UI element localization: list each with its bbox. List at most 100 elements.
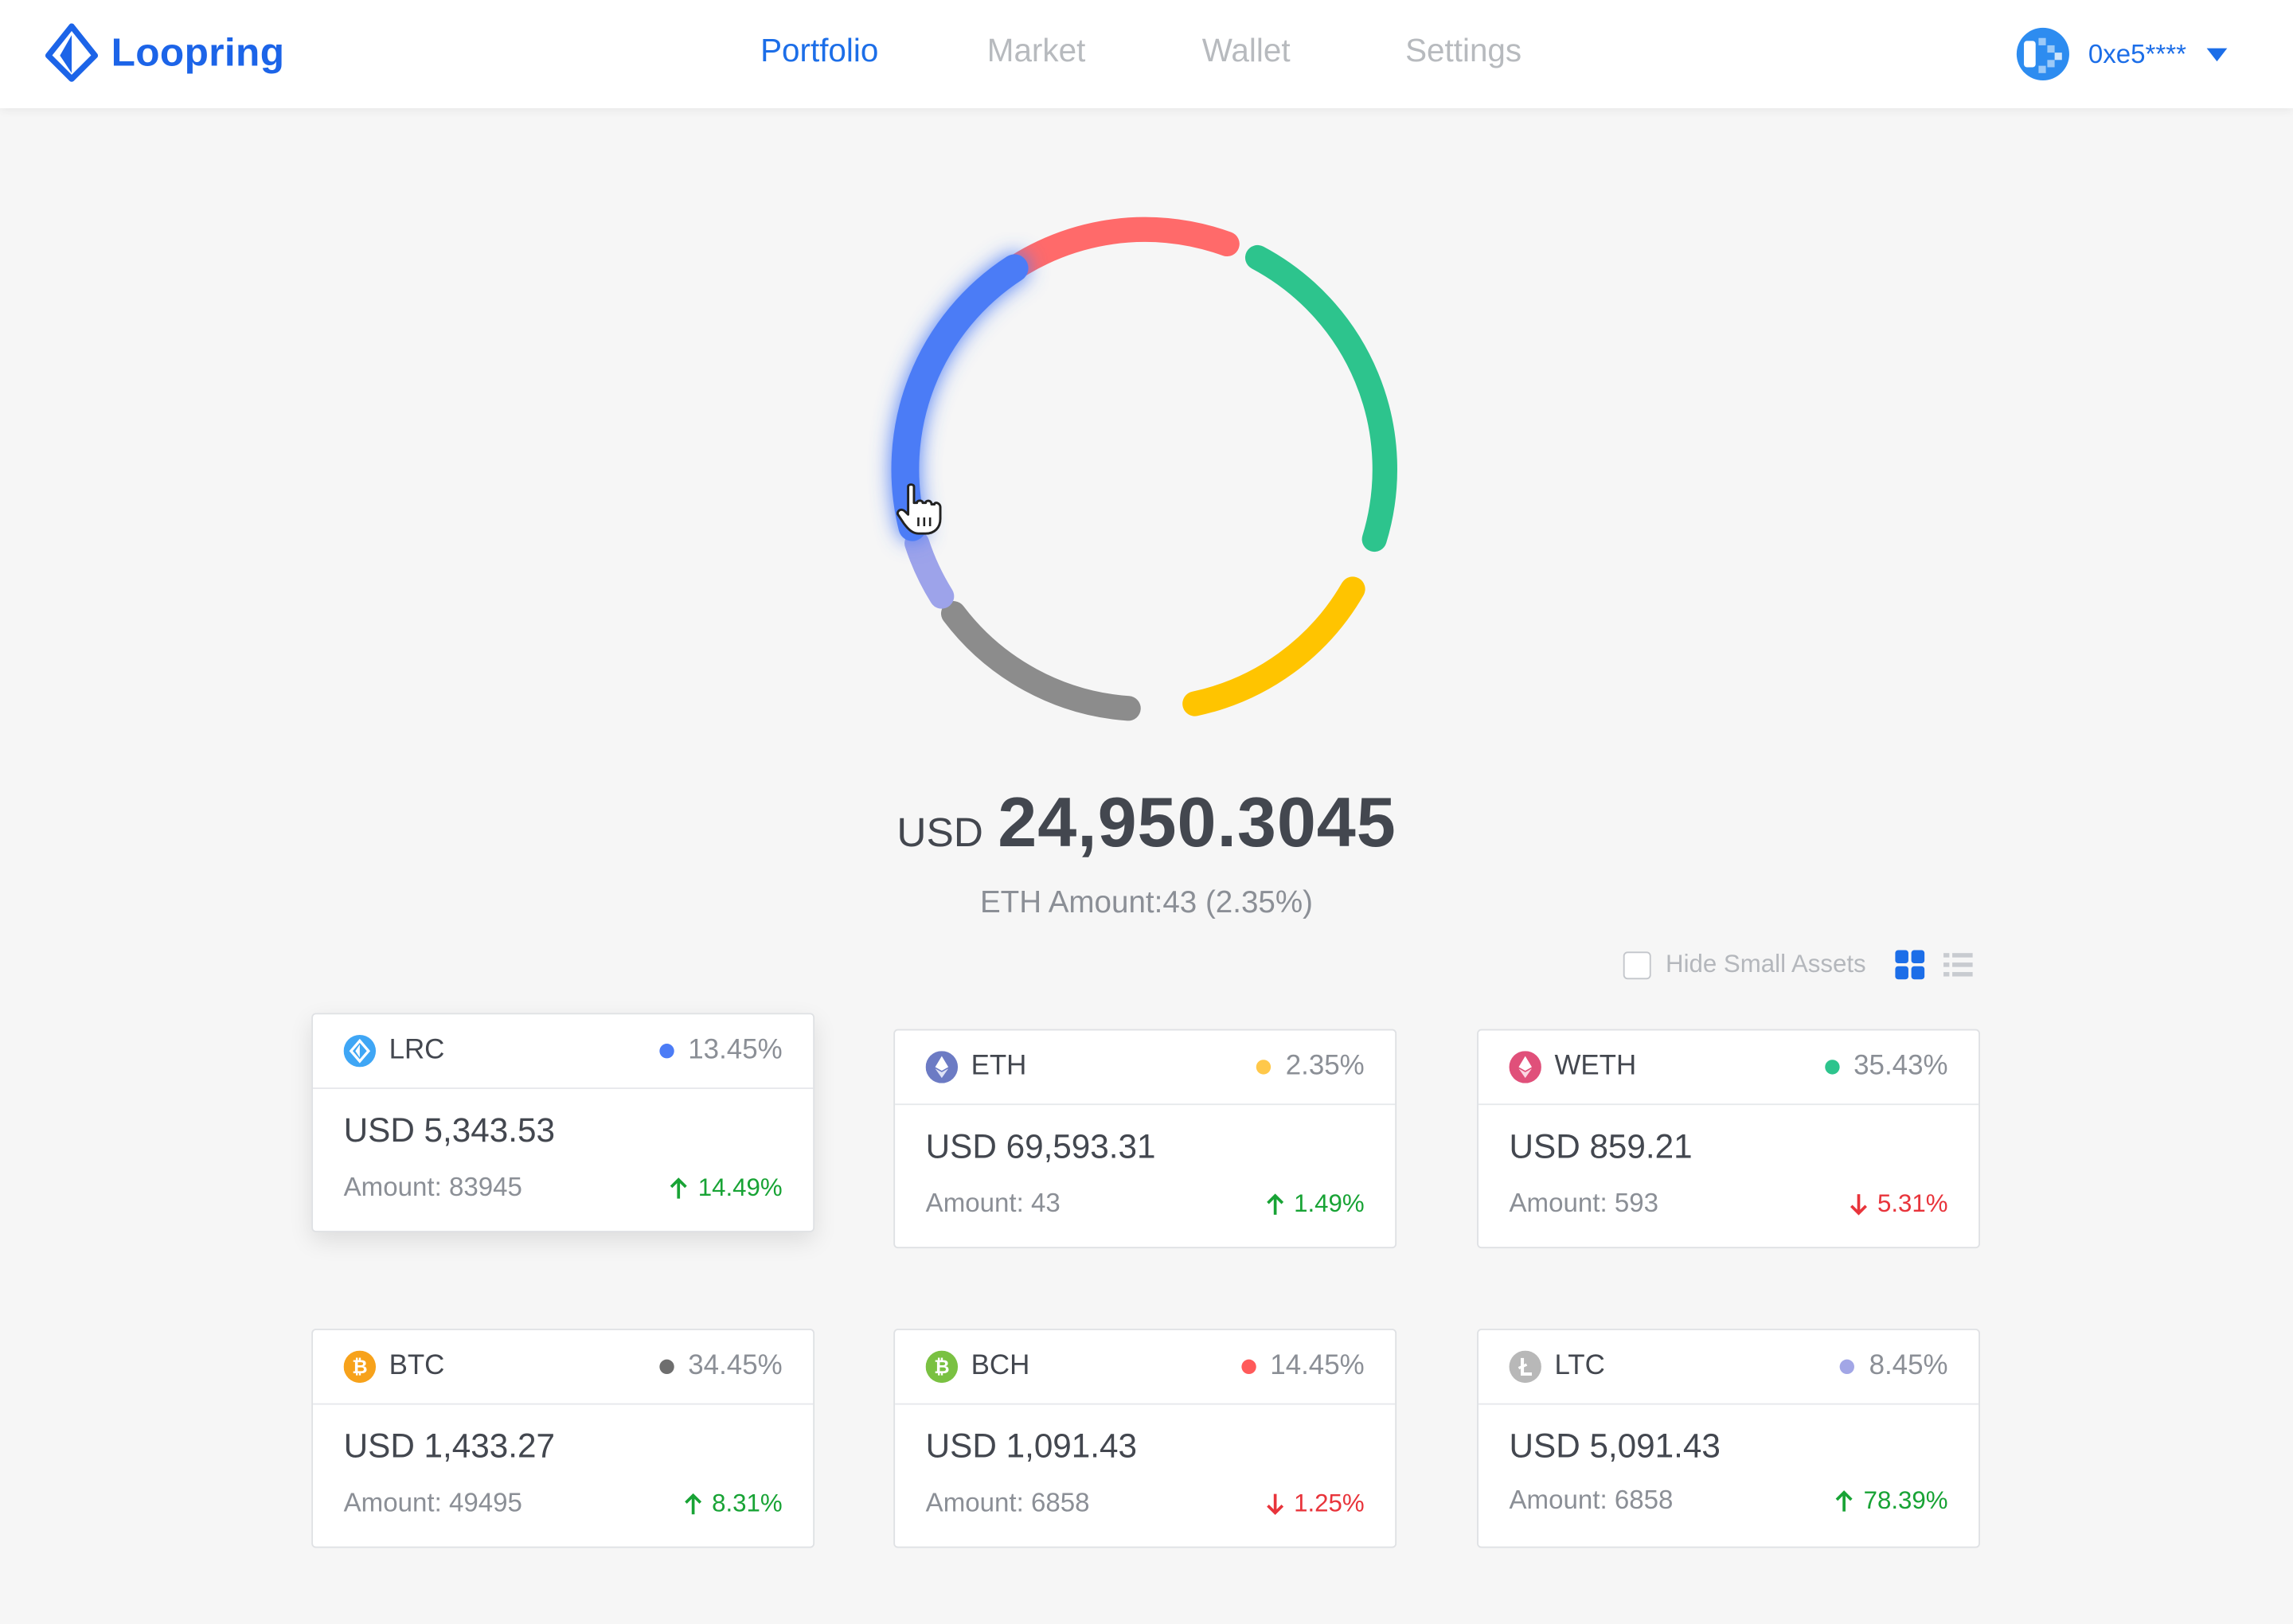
main-nav: Portfolio Market Wallet Settings: [0, 32, 2293, 76]
asset-card-header: LTC 8.45%: [1478, 1330, 1979, 1405]
asset-share: 2.35%: [1256, 1051, 1365, 1083]
share-percent: 8.45%: [1869, 1350, 1948, 1382]
nav-portfolio[interactable]: Portfolio: [760, 32, 878, 70]
asset-change: 5.31%: [1848, 1189, 1948, 1220]
asset-change: 1.25%: [1264, 1489, 1365, 1519]
asset-symbol: WETH: [1554, 1051, 1637, 1082]
change-percent: 5.31%: [1877, 1189, 1948, 1218]
lrc-icon: [343, 1035, 377, 1068]
asset-share: 8.45%: [1839, 1350, 1948, 1383]
asset-card-header: LRC 13.45%: [313, 1014, 814, 1089]
asset-view-controls: Hide Small Assets: [1623, 950, 1973, 980]
weth-icon: [1509, 1051, 1541, 1083]
share-dot: [1824, 1060, 1839, 1075]
share-dot: [658, 1044, 674, 1059]
share-percent: 35.43%: [1854, 1051, 1948, 1082]
asset-value: USD 5,343.53: [343, 1111, 556, 1150]
eth-icon: [925, 1051, 959, 1083]
arrow-down-icon: [1850, 1194, 1867, 1216]
svg-text:₿: ₿: [352, 1356, 367, 1378]
arrow-up-icon: [1836, 1490, 1854, 1512]
change-percent: 8.31%: [712, 1489, 783, 1517]
asset-card-header: ETH 2.35%: [895, 1031, 1396, 1106]
btc-icon: ₿: [343, 1350, 377, 1384]
asset-share: 14.45%: [1240, 1350, 1365, 1383]
donut-segment-yellow[interactable]: [1182, 576, 1365, 716]
change-percent: 1.49%: [1294, 1189, 1365, 1218]
share-percent: 34.45%: [688, 1350, 783, 1382]
account-menu[interactable]: 0xe5****: [2015, 26, 2228, 82]
asset-card-header: WETH 35.43%: [1478, 1031, 1979, 1106]
hide-small-assets-checkbox[interactable]: [1623, 951, 1651, 979]
asset-card-btc[interactable]: ₿ BTC 34.45% USD 1,433.27 Amount: 49495 …: [311, 1329, 815, 1548]
account-address: 0xe5****: [2088, 38, 2187, 68]
asset-amount: Amount: 6858: [1509, 1485, 1674, 1515]
asset-card-weth[interactable]: WETH 35.43% USD 859.21 Amount: 593 5.31%: [1477, 1029, 1980, 1249]
asset-share: 34.45%: [658, 1350, 783, 1383]
share-dot: [1256, 1060, 1272, 1075]
asset-card-eth[interactable]: ETH 2.35% USD 69,593.31 Amount: 43 1.49%: [893, 1029, 1397, 1249]
asset-change: 78.39%: [1834, 1486, 1948, 1516]
share-dot: [1240, 1359, 1256, 1375]
nav-wallet[interactable]: Wallet: [1202, 32, 1291, 70]
donut-segment-green[interactable]: [1244, 244, 1397, 552]
arrow-down-icon: [1266, 1493, 1283, 1516]
donut-segment-lavender[interactable]: [904, 530, 955, 609]
asset-symbol: LRC: [389, 1035, 445, 1066]
top-nav-bar: Loopring Portfolio Market Wallet Setting…: [0, 0, 2293, 108]
asset-value: USD 5,091.43: [1509, 1427, 1721, 1465]
arrow-up-icon: [670, 1177, 688, 1199]
hide-small-assets-label[interactable]: Hide Small Assets: [1666, 951, 1866, 980]
arrow-up-icon: [1266, 1193, 1283, 1215]
asset-amount: Amount: 83945: [343, 1172, 522, 1202]
asset-value: USD 1,091.43: [925, 1427, 1138, 1465]
asset-card-header: ₿ BTC 34.45%: [313, 1330, 814, 1405]
chevron-down-icon[interactable]: [2206, 47, 2228, 61]
total-value: 24,950.3045: [998, 785, 1397, 863]
bch-icon: ₿: [925, 1350, 959, 1384]
asset-amount: Amount: 6858: [925, 1488, 1090, 1517]
nav-settings[interactable]: Settings: [1405, 32, 1522, 70]
donut-segment-red[interactable]: [978, 217, 1240, 299]
asset-symbol: ETH: [971, 1051, 1027, 1082]
list-view-icon[interactable]: [1943, 951, 1973, 980]
asset-change: 14.49%: [669, 1173, 783, 1203]
asset-change: 8.31%: [682, 1489, 783, 1519]
asset-symbol: BTC: [389, 1350, 445, 1382]
asset-symbol: LTC: [1554, 1350, 1605, 1382]
change-percent: 14.49%: [697, 1173, 783, 1202]
asset-card-header: ₿ BCH 14.45%: [895, 1330, 1396, 1405]
change-percent: 1.25%: [1294, 1489, 1365, 1517]
portfolio-donut-chart: [891, 217, 1397, 721]
eth-amount-summary: ETH Amount:43 (2.35%): [979, 885, 1314, 919]
share-percent: 13.45%: [688, 1035, 783, 1066]
share-dot: [1839, 1359, 1855, 1375]
portfolio-total: USD 24,950.3045: [0, 783, 2293, 864]
asset-card-lrc[interactable]: LRC 13.45% USD 5,343.53 Amount: 83945 14…: [311, 1013, 815, 1232]
donut-segment-gray[interactable]: [940, 601, 1141, 721]
asset-value: USD 1,433.27: [343, 1427, 556, 1465]
asset-share: 35.43%: [1824, 1051, 1948, 1083]
asset-value: USD 69,593.31: [925, 1126, 1156, 1165]
nav-market[interactable]: Market: [987, 32, 1086, 70]
total-currency: USD: [896, 810, 983, 856]
asset-card-ltc[interactable]: LTC 8.45% USD 5,091.43 Amount: 6858 78.3…: [1477, 1329, 1980, 1548]
asset-card-bch[interactable]: ₿ BCH 14.45% USD 1,091.43 Amount: 6858 1…: [893, 1329, 1397, 1548]
ltc-icon: [1509, 1350, 1541, 1384]
share-dot: [658, 1359, 674, 1375]
asset-value: USD 859.21: [1509, 1126, 1693, 1165]
hand-cursor-icon: [896, 483, 942, 535]
arrow-up-icon: [684, 1493, 701, 1515]
svg-text:₿: ₿: [934, 1356, 949, 1378]
account-avatar-icon: [2016, 27, 2069, 80]
asset-amount: Amount: 49495: [343, 1488, 522, 1517]
asset-amount: Amount: 43: [925, 1188, 1061, 1218]
asset-symbol: BCH: [971, 1350, 1030, 1382]
change-percent: 78.39%: [1863, 1486, 1948, 1515]
share-percent: 2.35%: [1285, 1051, 1365, 1082]
share-percent: 14.45%: [1270, 1350, 1365, 1382]
asset-change: 1.49%: [1264, 1189, 1365, 1220]
asset-share: 13.45%: [658, 1035, 783, 1067]
asset-amount: Amount: 593: [1509, 1188, 1659, 1218]
grid-view-icon[interactable]: [1895, 950, 1925, 980]
